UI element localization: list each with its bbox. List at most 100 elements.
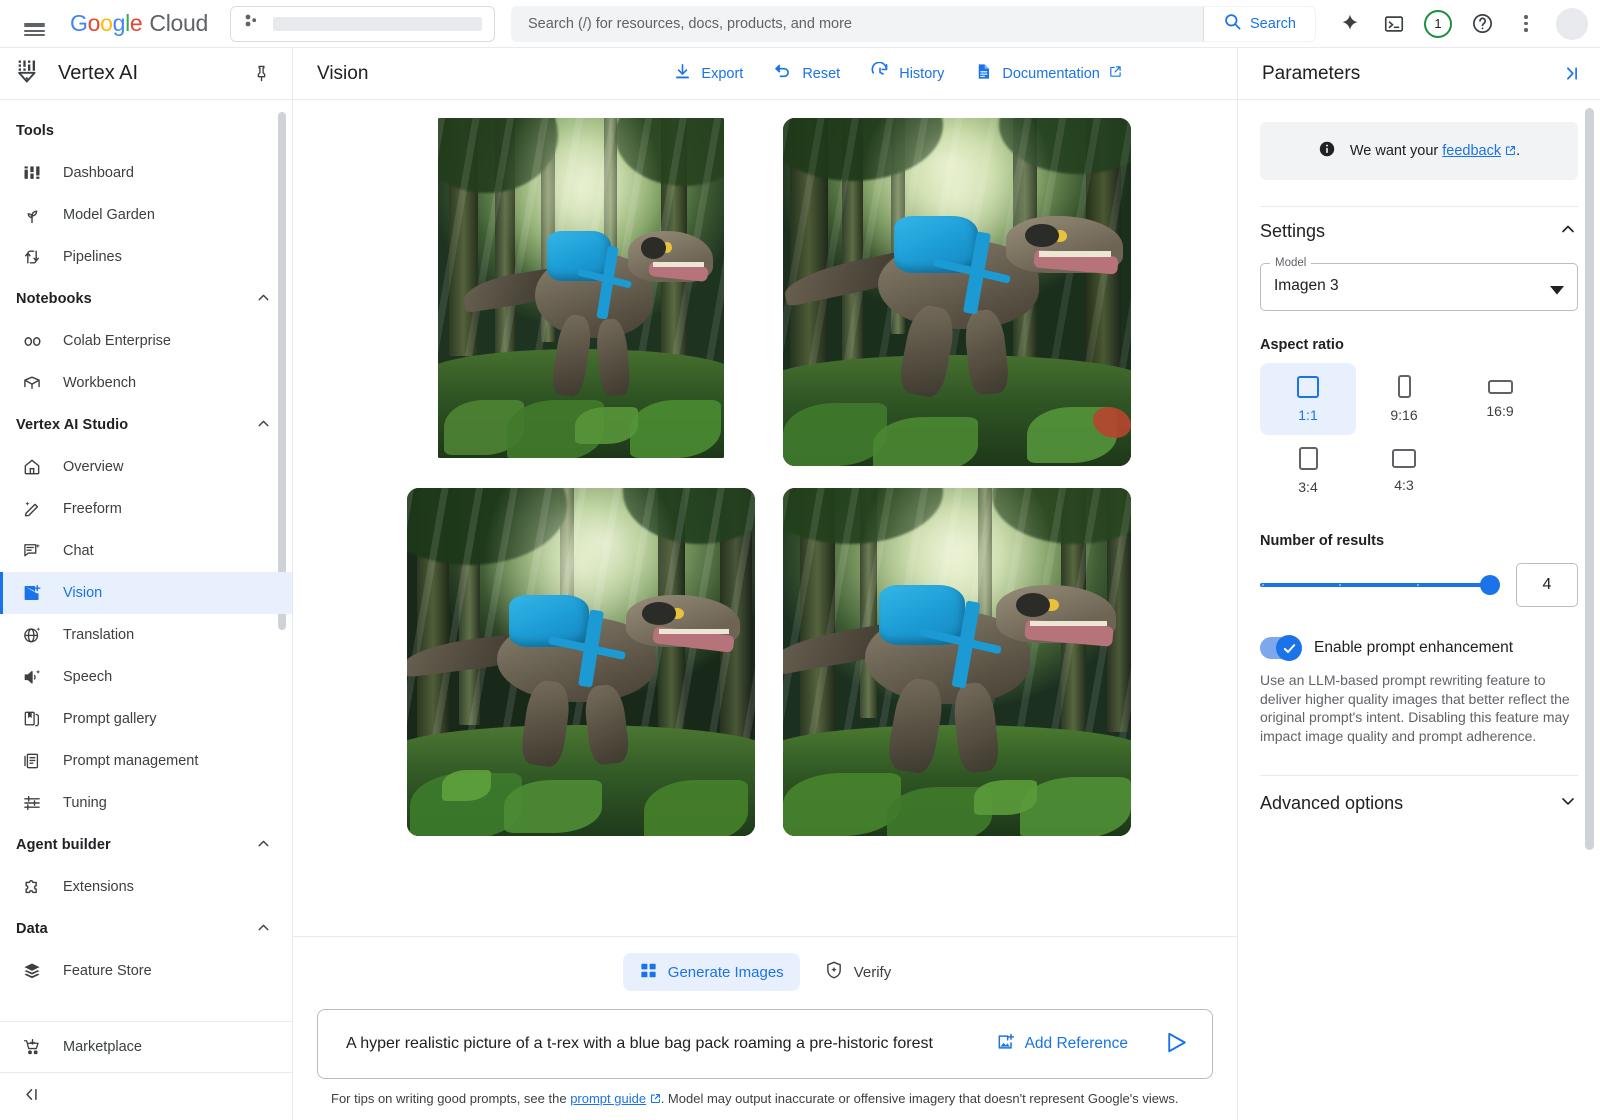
sidebar-item-model-garden[interactable]: Model Garden bbox=[0, 194, 292, 236]
sidebar-item-translation[interactable]: Translation bbox=[0, 614, 292, 656]
aspect-ratio-1-1[interactable]: 1:1 bbox=[1260, 363, 1356, 435]
landscape-shape-icon bbox=[1392, 449, 1416, 468]
aspect-ratio-9-16[interactable]: 9:16 bbox=[1356, 363, 1452, 435]
sidebar-item-workbench[interactable]: Workbench bbox=[0, 362, 292, 404]
history-button[interactable]: History bbox=[858, 56, 956, 92]
sidebar-item-extensions[interactable]: Extensions bbox=[0, 866, 292, 908]
app-body: Vertex AI Tools bbox=[0, 48, 1600, 1120]
prompt-guide-link[interactable]: prompt guide bbox=[570, 1091, 646, 1106]
sidebar-item-vision[interactable]: Vision bbox=[0, 572, 292, 614]
sidebar-group-data[interactable]: Data bbox=[0, 908, 292, 950]
sidebar-item-colab-enterprise[interactable]: Colab Enterprise bbox=[0, 320, 292, 362]
sidebar-item-pipelines[interactable]: Pipelines bbox=[0, 236, 292, 278]
feedback-link[interactable]: feedback bbox=[1442, 143, 1501, 159]
add-reference-button[interactable]: Add Reference bbox=[984, 1025, 1140, 1063]
generated-image-3[interactable] bbox=[407, 488, 755, 836]
aspect-ratio-options: 1:1 9:16 16:9 3:4 bbox=[1260, 363, 1578, 507]
parameters-scrollbar-track[interactable] bbox=[1588, 104, 1597, 1116]
generated-image-1[interactable] bbox=[438, 118, 724, 458]
chevron-down-icon bbox=[1558, 791, 1578, 816]
reset-button[interactable]: Reset bbox=[761, 56, 852, 92]
gemini-sparkle-icon[interactable] bbox=[1330, 4, 1370, 44]
number-of-results-slider[interactable] bbox=[1260, 573, 1498, 597]
aspect-ratio-4-3[interactable]: 4:3 bbox=[1356, 435, 1452, 507]
more-options-icon[interactable] bbox=[1506, 4, 1546, 44]
sidebar-group-agent-builder[interactable]: Agent builder bbox=[0, 824, 292, 866]
sidebar-item-tuning[interactable]: Tuning bbox=[0, 782, 292, 824]
prompt-input[interactable] bbox=[346, 1035, 970, 1053]
sidebar-item-speech[interactable]: Speech bbox=[0, 656, 292, 698]
number-of-results-label: Number of results bbox=[1260, 533, 1578, 549]
sidebar-item-freeform[interactable]: Freeform bbox=[0, 488, 292, 530]
results-canvas bbox=[293, 100, 1237, 936]
search-button[interactable]: Search bbox=[1203, 7, 1315, 41]
sidebar-item-label: Feature Store bbox=[63, 963, 152, 979]
home-icon bbox=[21, 456, 43, 478]
aspect-ratio-label-1-1: 1:1 bbox=[1298, 407, 1317, 423]
external-link-icon-small bbox=[646, 1091, 661, 1106]
image-add-icon bbox=[21, 582, 43, 604]
aspect-ratio-label-9-16: 9:16 bbox=[1390, 407, 1417, 423]
chevron-up-icon bbox=[1558, 219, 1578, 244]
generated-image-4[interactable] bbox=[783, 488, 1131, 836]
advanced-options-header[interactable]: Advanced options bbox=[1260, 775, 1578, 827]
image-add-reference-icon bbox=[996, 1032, 1016, 1057]
number-of-results-value[interactable]: 4 bbox=[1516, 563, 1578, 607]
google-cloud-logo[interactable]: Google Cloud bbox=[70, 10, 208, 37]
download-icon bbox=[673, 62, 692, 85]
project-selector[interactable] bbox=[230, 6, 495, 42]
sidebar-group-tools[interactable]: Tools bbox=[0, 110, 292, 152]
sidebar-item-marketplace[interactable]: Marketplace bbox=[0, 1022, 292, 1072]
prompt-enhancement-toggle[interactable] bbox=[1260, 637, 1300, 659]
slider-knob[interactable] bbox=[1480, 575, 1500, 595]
search-button-label: Search bbox=[1250, 16, 1296, 32]
pin-icon[interactable] bbox=[246, 59, 276, 89]
account-avatar[interactable] bbox=[1556, 8, 1588, 40]
documentation-button[interactable]: Documentation bbox=[962, 56, 1134, 92]
toolbar-actions: Export Reset bbox=[661, 56, 1133, 92]
number-of-results-control: 4 bbox=[1260, 563, 1578, 607]
export-button[interactable]: Export bbox=[661, 56, 755, 92]
sidebar-item-prompt-management[interactable]: Prompt management bbox=[0, 740, 292, 782]
search-icon bbox=[1223, 12, 1242, 35]
parameters-scrollbar-thumb[interactable] bbox=[1585, 108, 1594, 850]
dinosaur-figure bbox=[839, 208, 1117, 403]
add-reference-label: Add Reference bbox=[1025, 1035, 1128, 1053]
sidebar-item-prompt-gallery[interactable]: Prompt gallery bbox=[0, 698, 292, 740]
vision-toolbar: Vision Export bbox=[293, 48, 1237, 100]
model-select-click-target[interactable] bbox=[1260, 257, 1578, 311]
aspect-ratio-16-9[interactable]: 16:9 bbox=[1452, 363, 1548, 435]
sidebar-item-feature-store[interactable]: Feature Store bbox=[0, 950, 292, 992]
sprout-icon bbox=[21, 204, 43, 226]
aspect-ratio-3-4[interactable]: 3:4 bbox=[1260, 435, 1356, 507]
parameters-header: Parameters bbox=[1238, 48, 1600, 100]
generated-image-2[interactable] bbox=[783, 118, 1131, 466]
sidebar-item-overview[interactable]: Overview bbox=[0, 446, 292, 488]
portrait-shape-icon bbox=[1398, 375, 1411, 398]
send-prompt-button[interactable] bbox=[1154, 1022, 1198, 1066]
collapse-right-icon[interactable] bbox=[1554, 58, 1586, 90]
search-input[interactable] bbox=[512, 7, 1203, 41]
collapse-sidebar-button[interactable] bbox=[0, 1072, 292, 1120]
menu-icon[interactable] bbox=[14, 4, 54, 44]
sidebar-item-label: Tuning bbox=[63, 795, 107, 811]
cloud-shell-icon[interactable] bbox=[1374, 4, 1414, 44]
sidebar-item-dashboard[interactable]: Dashboard bbox=[0, 152, 292, 194]
prompt-input-bar: Add Reference bbox=[317, 1009, 1213, 1079]
sidebar-item-chat[interactable]: Chat bbox=[0, 530, 292, 572]
tuning-sliders-icon bbox=[21, 792, 43, 814]
sidebar-group-vertex-ai-studio[interactable]: Vertex AI Studio bbox=[0, 404, 292, 446]
model-select[interactable]: Model Imagen 3 bbox=[1260, 263, 1578, 311]
prompt-enhancement-label: Enable prompt enhancement bbox=[1314, 639, 1513, 657]
notifications-button[interactable]: 1 bbox=[1418, 4, 1458, 44]
verify-button[interactable]: Verify bbox=[808, 953, 908, 991]
sidebar-item-label: Overview bbox=[63, 459, 123, 475]
help-icon[interactable] bbox=[1462, 4, 1502, 44]
top-bar-actions: 1 bbox=[1330, 4, 1588, 44]
sidebar-item-label: Pipelines bbox=[63, 249, 122, 265]
globe-sparkle-icon bbox=[21, 624, 43, 646]
undo-icon bbox=[773, 62, 793, 86]
generate-images-button[interactable]: Generate Images bbox=[623, 953, 800, 991]
sidebar-group-notebooks[interactable]: Notebooks bbox=[0, 278, 292, 320]
settings-section-header[interactable]: Settings bbox=[1260, 207, 1578, 255]
